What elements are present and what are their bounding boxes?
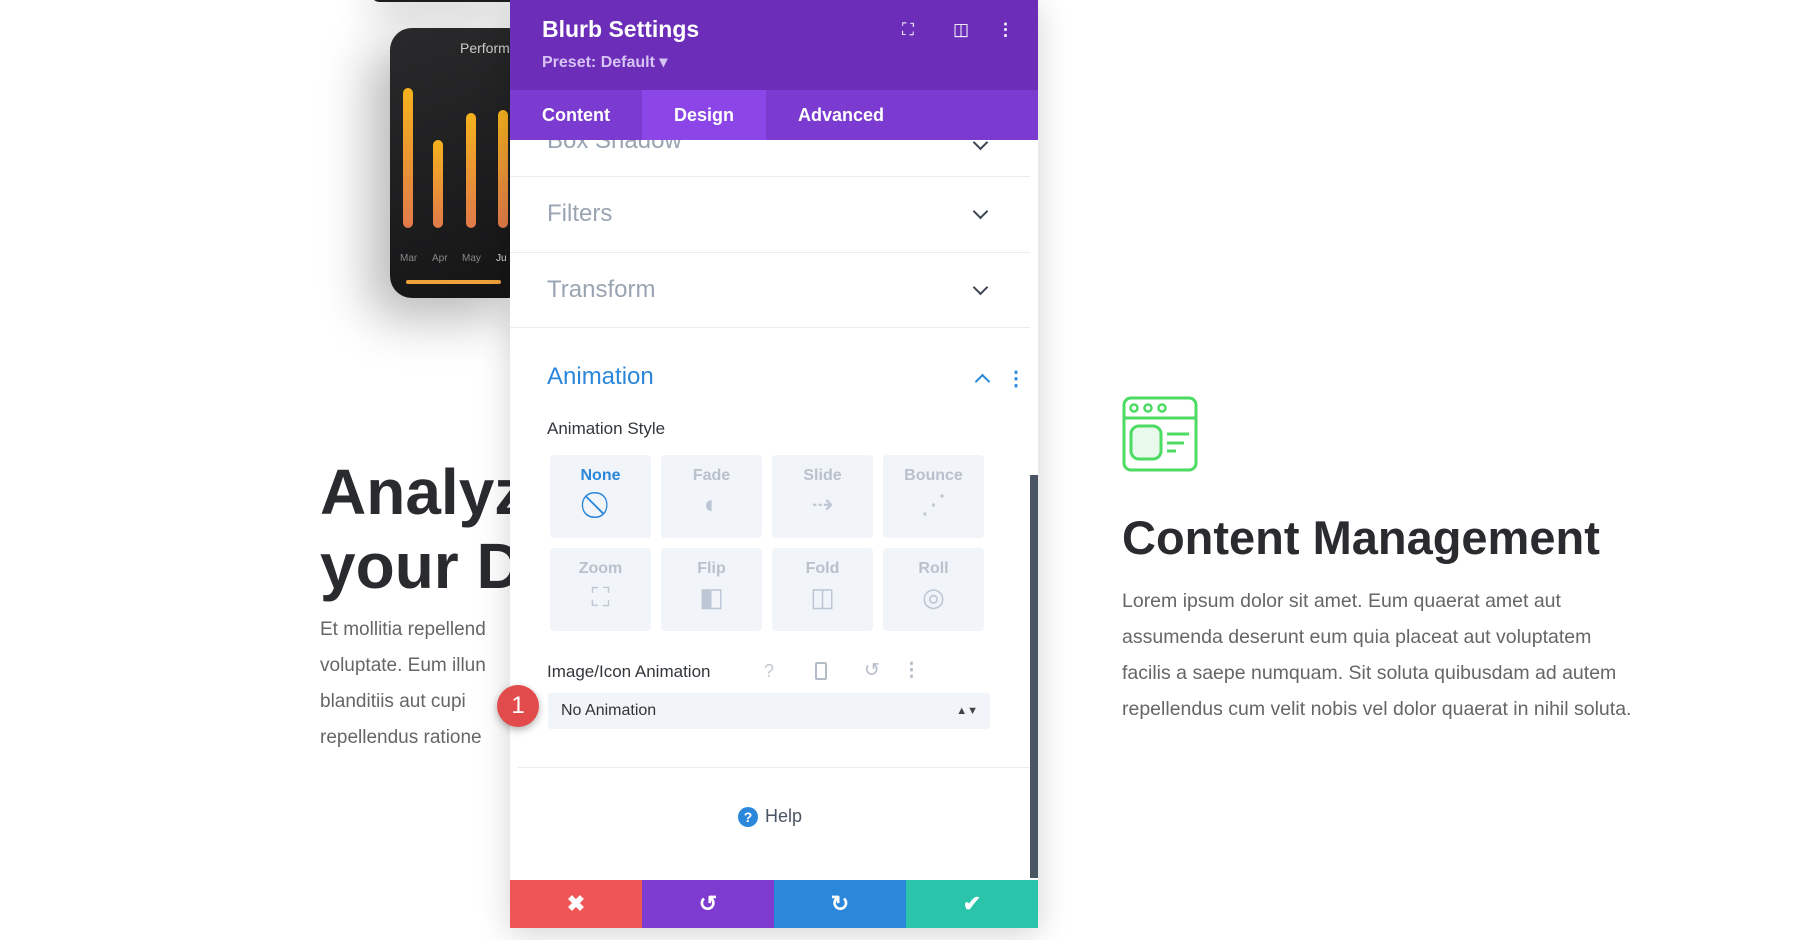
chevron-down-icon	[972, 140, 989, 151]
month-label: May	[462, 253, 481, 264]
image-icon-animation-label: Image/Icon Animation	[547, 662, 711, 681]
section-options-icon[interactable]: ⋮	[1006, 366, 1026, 391]
more-options-icon[interactable]: ⋮	[997, 20, 1014, 40]
style-label: Zoom	[578, 560, 623, 577]
text-line: blanditiis aut cupi	[320, 691, 466, 712]
tab-design[interactable]: Design	[641, 90, 766, 140]
style-label: Roll	[918, 560, 949, 577]
section-box-shadow[interactable]: Box Shadow	[510, 140, 1030, 177]
animation-style-slide[interactable]: Slide ⇢	[772, 455, 873, 538]
animation-style-grid: None⃠ Fade ◐ Slide ⇢ Bounce ⋰ Zoom ⛶ Flip ◧ Fold ◫ Ro…	[550, 455, 984, 631]
split-view-icon[interactable]: ◫	[953, 20, 969, 40]
animation-style-bounce[interactable]: Bounce ⋰	[883, 455, 984, 538]
select-arrows-icon: ▲▼	[956, 705, 978, 717]
mobile-device-icon[interactable]	[815, 662, 827, 680]
blurb-settings-panel: Blurb Settings Preset: Default ▾ ⛶ ◫ ⋮ C…	[510, 0, 1038, 928]
month-label: Apr	[432, 253, 448, 264]
flip-icon: ◧	[699, 582, 724, 612]
background-card	[370, 0, 520, 2]
chevron-down-icon	[972, 203, 989, 220]
field-options-icon[interactable]: ⋮	[902, 659, 921, 682]
image-icon-animation-select[interactable]: No Animation ▲▼	[548, 693, 990, 729]
redo-button[interactable]: ↻	[774, 880, 906, 928]
month-label: Mar	[400, 253, 418, 264]
help-label: Help	[765, 806, 803, 826]
tab-advanced[interactable]: Advanced	[766, 90, 916, 140]
section-label: Transform	[547, 276, 656, 303]
none-icon: ⃠	[550, 489, 651, 521]
chart-bar	[466, 113, 476, 228]
zoom-icon: ⛶	[591, 582, 610, 612]
tab-content[interactable]: Content	[510, 90, 642, 140]
step-badge: 1	[497, 685, 539, 727]
panel-tabs: Content Design Advanced	[510, 90, 1038, 140]
chart-bar	[498, 110, 508, 228]
panel-title: Blurb Settings	[542, 16, 700, 42]
slide-icon: ⇢	[811, 489, 834, 519]
style-label: Flip	[697, 560, 726, 577]
left-heading: Analyz your D	[320, 456, 527, 602]
chart-bar	[433, 140, 443, 228]
left-paragraph: Et mollitia repellend voluptate. Eum ill…	[320, 612, 486, 756]
fold-icon: ◫	[810, 582, 835, 612]
text-line: voluptate. Eum illun	[320, 655, 486, 676]
style-label: None	[580, 467, 621, 484]
save-button[interactable]: ✔	[906, 880, 1038, 928]
animation-style-none[interactable]: None⃠	[550, 455, 651, 538]
select-value: No Animation	[561, 702, 657, 719]
preset-dropdown[interactable]: Preset: Default ▾	[542, 52, 667, 72]
animation-style-roll[interactable]: Roll ◎	[883, 548, 984, 631]
roll-icon: ◎	[922, 582, 945, 612]
animation-style-fold[interactable]: Fold ◫	[772, 548, 873, 631]
style-label: Slide	[803, 467, 842, 484]
style-label: Fold	[805, 560, 840, 577]
animation-style-zoom[interactable]: Zoom ⛶	[550, 548, 651, 631]
reset-icon[interactable]: ↺	[864, 659, 880, 682]
animation-section-title[interactable]: Animation	[547, 363, 654, 391]
text-line: repellendus ratione	[320, 727, 482, 748]
panel-header: Blurb Settings Preset: Default ▾ ⛶ ◫ ⋮	[510, 0, 1038, 90]
section-filters[interactable]: Filters	[510, 177, 1030, 253]
phone-mockup: Perform Mar Apr May Ju	[390, 28, 530, 298]
content-management-heading: Content Management	[1122, 511, 1600, 564]
undo-button[interactable]: ↺	[642, 880, 774, 928]
fade-icon: ◐	[703, 489, 720, 519]
help-question-icon[interactable]: ?	[764, 661, 774, 682]
phone-title: Perform	[460, 40, 510, 56]
section-transform[interactable]: Transform	[510, 253, 1030, 328]
animation-style-fade[interactable]: Fade ◐	[661, 455, 762, 538]
text-line: Et mollitia repellend	[320, 619, 486, 640]
chart-bar	[403, 88, 413, 228]
browser-window-icon	[1122, 396, 1198, 472]
help-link[interactable]: ? Help	[738, 806, 802, 827]
focus-mode-icon[interactable]: ⛶	[902, 20, 914, 40]
style-label: Fade	[692, 467, 731, 484]
scrollbar[interactable]	[1030, 475, 1038, 878]
content-management-paragraph: Lorem ipsum dolor sit amet. Eum quaerat …	[1122, 590, 1632, 720]
divider	[518, 767, 1030, 768]
animation-style-flip[interactable]: Flip ◧	[661, 548, 762, 631]
animation-style-label: Animation Style	[547, 419, 666, 438]
month-label: Ju	[496, 253, 507, 264]
bounce-icon: ⋰	[920, 489, 947, 519]
cancel-button[interactable]: ✖	[510, 880, 642, 928]
chevron-down-icon	[972, 279, 989, 296]
section-label: Box Shadow	[547, 140, 682, 154]
section-label: Filters	[547, 200, 613, 227]
style-label: Bounce	[904, 467, 963, 484]
progress-track	[406, 280, 501, 284]
help-icon: ?	[738, 806, 758, 827]
